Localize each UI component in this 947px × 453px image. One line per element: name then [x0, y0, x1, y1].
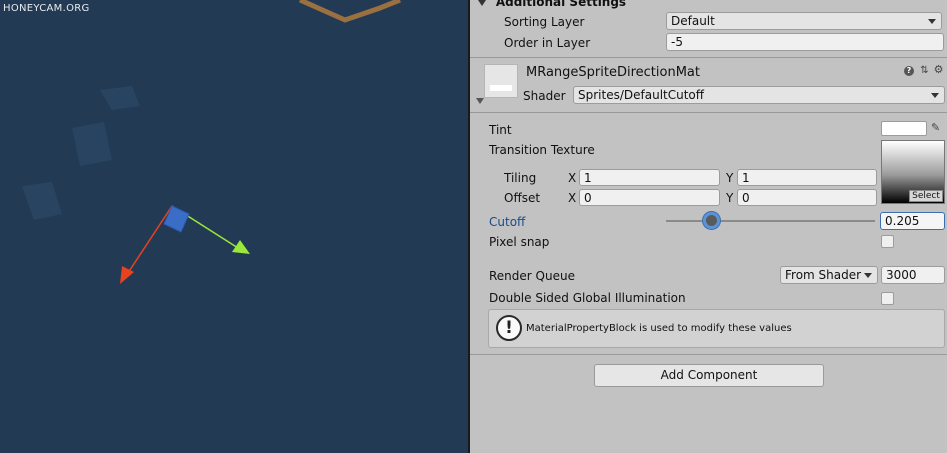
- tint-color-swatch[interactable]: [881, 121, 927, 136]
- add-component-button[interactable]: Add Component: [594, 364, 824, 387]
- order-in-layer-field[interactable]: -5: [666, 33, 944, 51]
- sorting-layer-value: Default: [671, 14, 715, 28]
- tiling-label: Tiling: [504, 171, 537, 185]
- pixel-snap-label: Pixel snap: [489, 235, 550, 249]
- background-sprites: [22, 86, 140, 220]
- info-box: ! MaterialPropertyBlock is used to modif…: [488, 309, 945, 348]
- render-queue-mode: From Shader: [785, 268, 862, 282]
- watermark: HONEYCAM.ORG: [3, 3, 90, 14]
- scene-view[interactable]: HONEYCAM.ORG: [0, 0, 468, 453]
- offset-x-field[interactable]: 0: [579, 189, 720, 206]
- add-component-label: Add Component: [660, 368, 758, 382]
- gear-icon[interactable]: ⚙: [933, 64, 944, 75]
- offset-y-field[interactable]: 0: [737, 189, 877, 206]
- tiling-x-field[interactable]: 1: [579, 169, 720, 186]
- sorting-layer-label: Sorting Layer: [504, 15, 585, 29]
- material-foldout-icon[interactable]: [476, 98, 484, 104]
- separator: [470, 112, 947, 113]
- texture-select-button[interactable]: Select: [909, 190, 943, 202]
- cutoff-slider-thumb[interactable]: [703, 212, 720, 229]
- tiling-y-field[interactable]: 1: [737, 169, 877, 186]
- sorting-layer-dropdown[interactable]: Default: [666, 12, 942, 30]
- additional-settings-title: Additional Settings: [495, 0, 627, 9]
- chevron-down-icon: [864, 273, 872, 278]
- separator: [470, 354, 947, 355]
- dsgi-checkbox[interactable]: [881, 292, 894, 305]
- cutoff-value-field[interactable]: 0.205: [880, 212, 945, 230]
- help-icon[interactable]: ?: [904, 66, 914, 76]
- inspector-panel: Additional Settings Sorting Layer Defaul…: [470, 0, 947, 453]
- tint-label: Tint: [489, 123, 512, 137]
- cutoff-slider-track[interactable]: [666, 220, 875, 222]
- material-name: MRangeSpriteDirectionMat: [526, 65, 700, 80]
- material-preview-icon: [484, 64, 518, 98]
- info-message: MaterialPropertyBlock is used to modify …: [526, 323, 792, 334]
- eyedropper-icon[interactable]: ✎: [931, 121, 943, 135]
- transition-texture-slot[interactable]: Select: [881, 140, 945, 204]
- offset-x-axis-label: X: [568, 191, 577, 205]
- shader-label: Shader: [523, 89, 566, 103]
- order-in-layer-label: Order in Layer: [504, 36, 591, 50]
- move-gizmo[interactable]: [120, 205, 250, 284]
- separator: [470, 57, 947, 58]
- shader-dropdown[interactable]: Sprites/DefaultCutoff: [573, 86, 945, 104]
- sprite-outline: [298, 0, 401, 23]
- select-label: Select: [912, 191, 940, 201]
- shader-value: Sprites/DefaultCutoff: [578, 88, 705, 102]
- warning-icon: !: [496, 315, 522, 341]
- chevron-down-icon: [931, 93, 939, 98]
- dsgi-label: Double Sided Global Illumination: [489, 291, 686, 305]
- foldout-arrow-icon: [478, 0, 486, 6]
- scene-canvas: [22, 0, 401, 284]
- preset-icon[interactable]: ⇅: [919, 65, 930, 76]
- tiling-x-axis-label: X: [568, 171, 577, 185]
- pixel-snap-checkbox[interactable]: [881, 235, 894, 248]
- cutoff-label: Cutoff: [489, 215, 526, 229]
- render-queue-label: Render Queue: [489, 269, 575, 283]
- offset-label: Offset: [504, 191, 541, 205]
- tiling-y-axis-label: Y: [726, 171, 734, 185]
- offset-y-axis-label: Y: [726, 191, 734, 205]
- chevron-down-icon: [928, 19, 936, 24]
- render-queue-dropdown[interactable]: From Shader: [780, 266, 878, 284]
- render-queue-field[interactable]: 3000: [881, 266, 945, 284]
- transition-texture-label: Transition Texture: [489, 143, 595, 157]
- additional-settings-foldout[interactable]: Additional Settings: [478, 0, 626, 11]
